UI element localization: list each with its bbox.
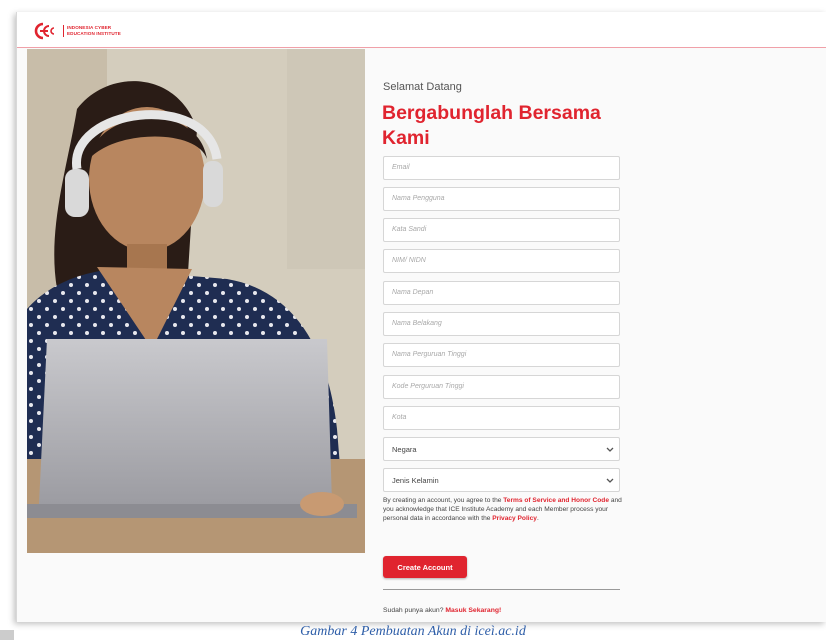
- university-name-field[interactable]: Nama Perguruan Tinggi: [383, 343, 620, 367]
- figure-caption: Gambar 4 Pembuatan Akun di iceì.ac.id: [300, 624, 526, 639]
- site-logo[interactable]: INDONESIA CYBER EDUCATION INSTITUTE: [33, 22, 121, 40]
- login-prompt: Sudah punya akun? Masuk Sekarang!: [383, 607, 501, 614]
- terms-part-3: .: [536, 515, 539, 523]
- form-title: Bergabunglah Bersama Kami: [382, 102, 601, 149]
- terms-part-1: By creating an account, you agree to the: [383, 497, 504, 504]
- logo-line-2: EDUCATION INSTITUTE: [67, 31, 121, 36]
- gender-select[interactable]: Jenis Kelamin: [383, 468, 620, 492]
- login-prompt-text: Sudah punya akun?: [383, 607, 446, 614]
- terms-of-service-link[interactable]: Terms of Service and Honor Code: [503, 497, 609, 504]
- privacy-policy-link[interactable]: Privacy Policy: [492, 515, 537, 522]
- country-select[interactable]: Negara: [383, 437, 620, 461]
- last-name-field[interactable]: Nama Belakang: [383, 312, 620, 336]
- email-field[interactable]: Email: [383, 156, 620, 180]
- chevron-down-icon: [606, 447, 614, 452]
- divider: [383, 589, 620, 590]
- woman-with-laptop-image: [27, 49, 365, 553]
- terms-text: By creating an account, you agree to the…: [383, 496, 633, 524]
- gender-select-value: Jenis Kelamin: [392, 476, 439, 485]
- university-code-field[interactable]: Kode Perguruan Tinggi: [383, 375, 620, 399]
- country-select-value: Negara: [392, 445, 417, 454]
- browser-frame: INDONESIA CYBER EDUCATION INSTITUTE Sela…: [16, 12, 826, 622]
- username-field[interactable]: Nama Pengguna: [383, 187, 620, 211]
- city-field[interactable]: Kota: [383, 406, 620, 430]
- create-account-button[interactable]: Create Account: [383, 556, 467, 578]
- hero-photo: [27, 49, 365, 553]
- password-field[interactable]: Kata Sandi: [383, 218, 620, 242]
- ice-logo-icon: [34, 22, 55, 40]
- login-link[interactable]: Masuk Sekarang!: [445, 607, 501, 614]
- nim-nidn-field[interactable]: NIM/ NIDN: [383, 249, 620, 273]
- logo-text: INDONESIA CYBER EDUCATION INSTITUTE: [63, 25, 121, 37]
- welcome-text: Selamat Datang: [383, 81, 462, 93]
- site-header: INDONESIA CYBER EDUCATION INSTITUTE: [17, 12, 826, 48]
- chevron-down-icon: [606, 478, 614, 483]
- first-name-field[interactable]: Nama Depan: [383, 281, 620, 305]
